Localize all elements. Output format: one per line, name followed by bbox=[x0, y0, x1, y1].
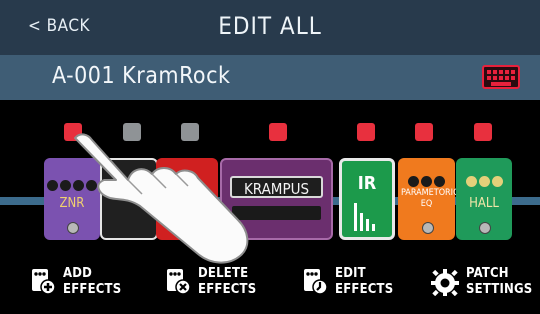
delete-effects-icon bbox=[167, 269, 191, 295]
effect-led-7[interactable] bbox=[474, 123, 492, 141]
patch-bar: A-001 KramRock bbox=[0, 55, 540, 100]
gear-icon bbox=[431, 269, 459, 296]
page-title: EDIT ALL bbox=[218, 12, 322, 40]
effect-label: IR bbox=[357, 173, 377, 194]
effect-pedal-ir[interactable]: IR bbox=[339, 158, 395, 240]
effect-pedal-parametric-eq[interactable]: PARAMETORIC EQ bbox=[398, 158, 459, 240]
title-bar: < BACK EDIT ALL bbox=[0, 0, 540, 55]
footswitch-icon bbox=[479, 222, 491, 234]
patch-settings-button[interactable]: PATCH SETTINGS bbox=[430, 262, 538, 306]
footswitch-icon bbox=[421, 222, 434, 234]
patch-settings-label-line2: SETTINGS bbox=[466, 282, 533, 297]
effect-led-6[interactable] bbox=[415, 123, 433, 141]
add-effects-button[interactable]: ADD EFFECTS bbox=[31, 262, 141, 306]
effect-label: PARAMETORIC EQ bbox=[401, 188, 459, 209]
edit-effects-button[interactable]: EDIT EFFECTS bbox=[303, 262, 413, 306]
delete-effects-label-line2: EFFECTS bbox=[198, 282, 257, 297]
delete-effects-button[interactable]: DELETE EFFECTS bbox=[166, 262, 276, 306]
add-effects-label-line2: EFFECTS bbox=[63, 282, 122, 297]
edit-effects-label-line1: EDIT bbox=[335, 266, 366, 281]
patch-name[interactable]: A-001 KramRock bbox=[52, 63, 230, 89]
effect-led-5[interactable] bbox=[357, 123, 375, 141]
patch-settings-label-line1: PATCH bbox=[466, 266, 509, 281]
effect-pedal-hall[interactable]: HALL bbox=[456, 158, 512, 240]
waveform-icon bbox=[352, 201, 386, 231]
delete-effects-label-line1: DELETE bbox=[198, 266, 249, 281]
add-effects-label-line1: ADD bbox=[63, 266, 93, 281]
knob-row bbox=[456, 172, 512, 191]
edit-effects-icon bbox=[304, 269, 328, 295]
hand-pointer-icon bbox=[74, 133, 249, 264]
effect-label: HALL bbox=[469, 196, 499, 211]
add-effects-icon bbox=[32, 269, 56, 295]
edit-effects-label-line2: EFFECTS bbox=[335, 282, 394, 297]
effect-led-4[interactable] bbox=[269, 123, 287, 141]
keyboard-icon[interactable] bbox=[482, 65, 520, 89]
